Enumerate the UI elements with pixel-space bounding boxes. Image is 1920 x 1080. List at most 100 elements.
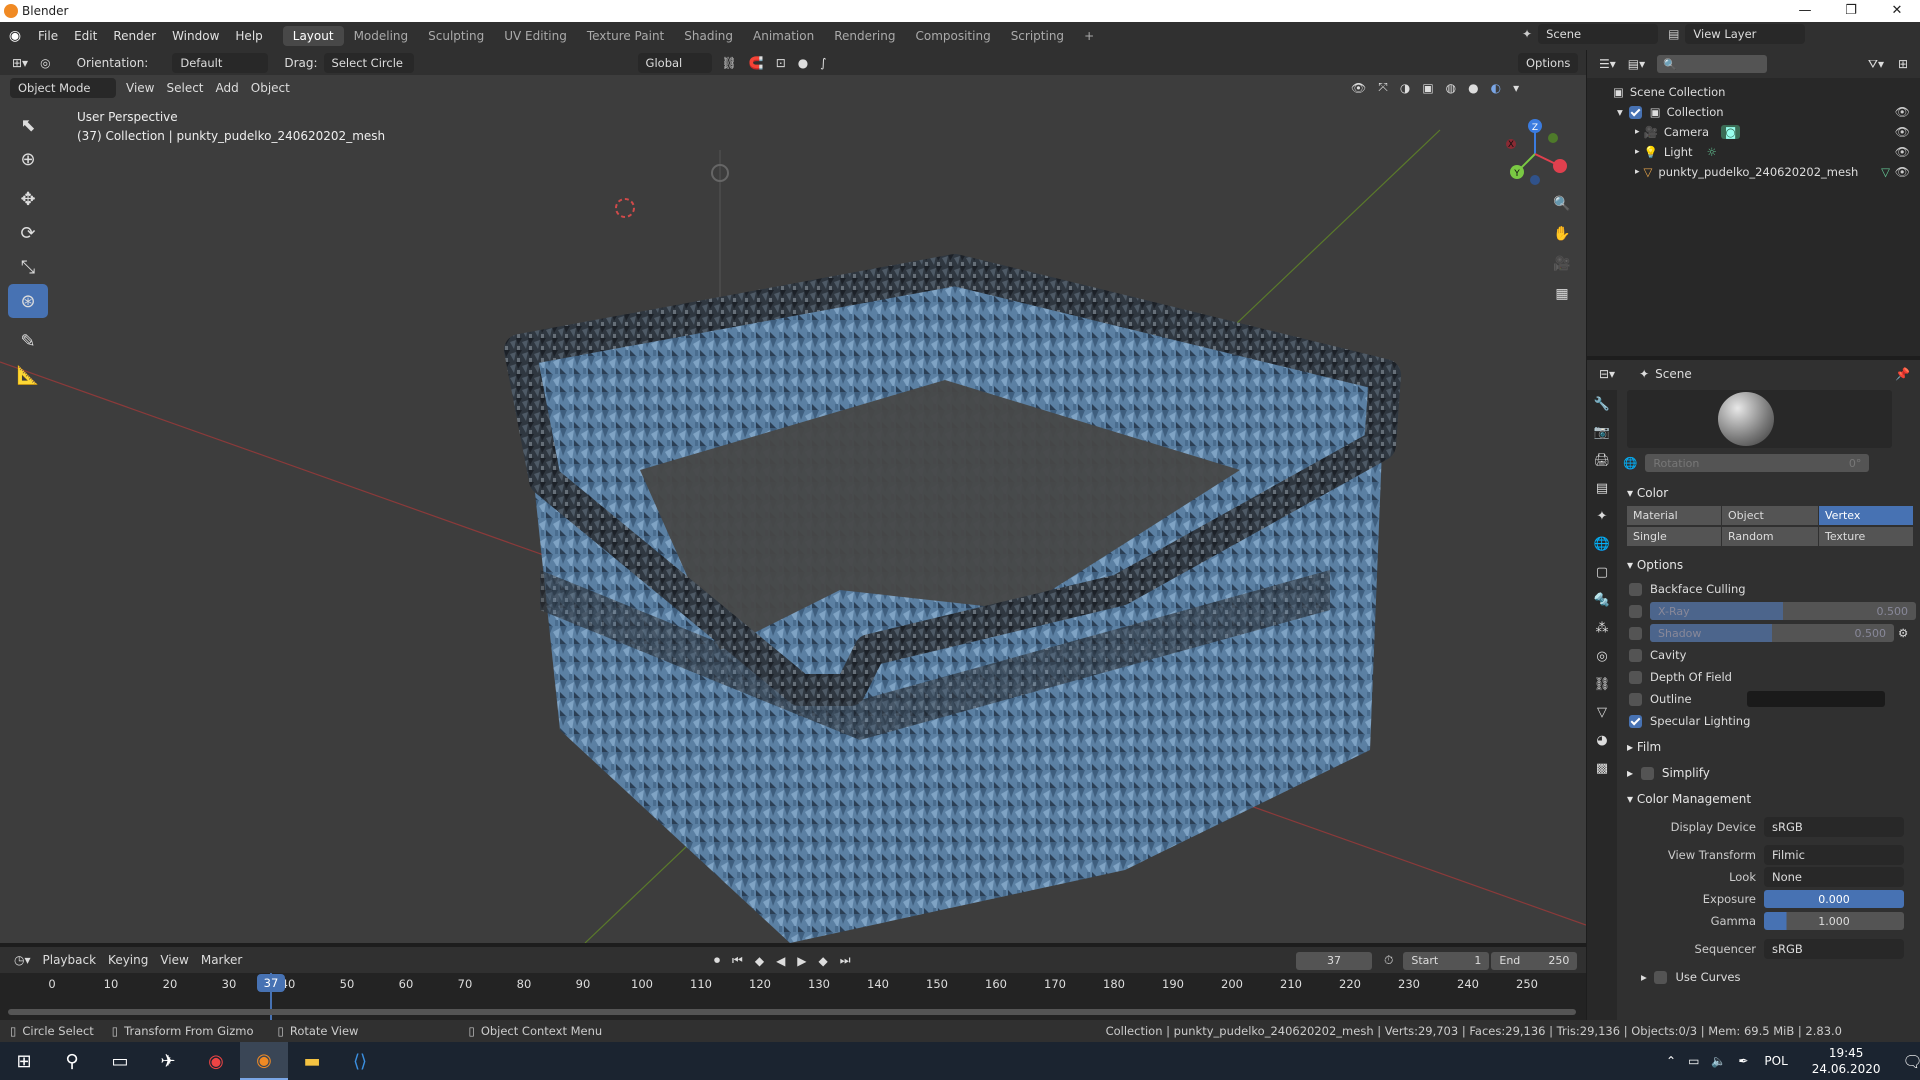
use-curves-checkbox[interactable] xyxy=(1654,970,1668,984)
orientation-dropdown[interactable]: Default xyxy=(172,52,269,73)
drag-dropdown[interactable]: Select Circle xyxy=(323,52,414,73)
ortho-toggle-icon[interactable]: ▦ xyxy=(1548,280,1576,308)
xray-slider[interactable]: X-Ray 0.500 xyxy=(1650,602,1916,620)
scene-collection-row[interactable]: ▣ Scene Collection xyxy=(1587,82,1920,102)
record-icon[interactable]: ⏺ xyxy=(708,950,726,971)
collection-checkbox[interactable] xyxy=(1628,105,1642,119)
xray-toggle-icon[interactable]: ▣ xyxy=(1416,78,1439,98)
expand-arrow-icon[interactable]: ▸ xyxy=(1635,167,1640,177)
jump-start-icon[interactable]: ⏮ xyxy=(726,950,749,971)
scene-name-field[interactable]: Scene xyxy=(1538,24,1659,44)
color-single-button[interactable]: Single xyxy=(1627,527,1721,546)
backface-culling-checkbox[interactable] xyxy=(1629,582,1642,596)
task-view-icon[interactable]: ▭ xyxy=(96,1042,144,1080)
play-reverse-icon[interactable]: ◀ xyxy=(770,951,791,971)
specular-row[interactable]: Specular Lighting xyxy=(1619,710,1920,732)
cursor-tool-icon[interactable]: ⊕ xyxy=(8,142,48,176)
wireframe-shading-icon[interactable]: ◍ xyxy=(1440,78,1462,98)
view-transform-dropdown[interactable]: Filmic xyxy=(1764,845,1904,865)
stopwatch-icon[interactable]: ⏱ xyxy=(1378,950,1399,971)
tray-arrow-icon[interactable]: ⌃ xyxy=(1666,1054,1676,1068)
annotate-tool-icon[interactable]: ✎ xyxy=(8,324,48,358)
new-collection-icon[interactable]: ⊞ xyxy=(1892,54,1914,74)
falloff-icon[interactable]: ∫ xyxy=(814,53,832,73)
snap-target-icon[interactable]: ⊡ xyxy=(770,53,792,73)
rotation-field[interactable]: Rotation 0° xyxy=(1645,454,1870,472)
outline-row[interactable]: Outline xyxy=(1619,688,1920,710)
sequencer-dropdown[interactable]: sRGB xyxy=(1764,939,1904,959)
windows-start-icon[interactable]: ⊞ xyxy=(0,1042,48,1080)
mesh-data-icon[interactable]: ▽ xyxy=(1881,165,1890,179)
scene-tab-icon[interactable]: ✦ xyxy=(1587,502,1617,530)
rotate-tool-icon[interactable]: ⟳ xyxy=(8,216,48,250)
search-icon[interactable]: ⚲ xyxy=(48,1042,96,1080)
view-layer-icon[interactable]: ▤ xyxy=(1668,27,1679,41)
material-shading-icon[interactable]: ◐ xyxy=(1485,78,1507,98)
blender-taskbar-icon[interactable]: ◉ xyxy=(240,1042,288,1080)
color-management-section-header[interactable]: ▾ Color Management xyxy=(1619,786,1920,812)
properties-editor-icon[interactable]: ⊟▾ xyxy=(1593,364,1621,384)
prev-keyframe-icon[interactable]: ◆ xyxy=(749,951,770,971)
output-tab-icon[interactable]: 🖨 xyxy=(1587,446,1617,474)
end-frame-field[interactable]: End 250 xyxy=(1491,951,1578,970)
visibility-icon[interactable]: 👁 xyxy=(1345,78,1372,98)
outliner-editor-icon[interactable]: ☰▾ xyxy=(1593,54,1622,74)
transform-orientation-dropdown[interactable]: Global xyxy=(637,52,712,73)
world-space-icon[interactable]: 🌐 xyxy=(1623,456,1637,470)
collection-visibility-icon[interactable]: 👁 xyxy=(1895,105,1910,119)
pan-hand-icon[interactable]: ✋ xyxy=(1548,220,1576,248)
minimize-button[interactable]: — xyxy=(1782,0,1828,22)
shadow-checkbox[interactable] xyxy=(1629,626,1642,640)
blender-menu-icon[interactable]: ◉ xyxy=(0,28,30,44)
playhead-marker[interactable]: 37 xyxy=(257,974,285,992)
camera-visibility-icon[interactable]: 👁 xyxy=(1895,125,1910,139)
network-icon[interactable]: ▭ xyxy=(1688,1054,1699,1068)
outline-color-swatch[interactable] xyxy=(1747,691,1885,707)
tab-animation[interactable]: Animation xyxy=(743,26,824,46)
color-vertex-button[interactable]: Vertex xyxy=(1819,506,1913,525)
close-button[interactable]: ✕ xyxy=(1874,0,1920,22)
viewport-menu-view[interactable]: View xyxy=(120,78,160,98)
jump-end-icon[interactable]: ⏭ xyxy=(834,950,857,971)
tab-sculpting[interactable]: Sculpting xyxy=(418,26,494,46)
timeline-menu-keying[interactable]: Keying xyxy=(102,950,154,970)
tab-compositing[interactable]: Compositing xyxy=(905,26,1000,46)
gamma-slider[interactable]: 1.000 xyxy=(1764,912,1904,930)
file-explorer-icon[interactable]: ▬ xyxy=(288,1042,336,1080)
display-mode-icon[interactable]: ▤▾ xyxy=(1622,54,1651,74)
expand-arrow-icon[interactable]: ▾ xyxy=(1617,105,1623,119)
mesh-visibility-icon[interactable]: 👁 xyxy=(1895,165,1910,179)
shadow-slider[interactable]: Shadow 0.500 xyxy=(1650,624,1894,642)
notifications-icon[interactable]: 🗨 xyxy=(1903,1052,1920,1071)
menu-render[interactable]: Render xyxy=(105,29,164,43)
xray-checkbox[interactable] xyxy=(1629,604,1642,618)
timeline-menu-view[interactable]: View xyxy=(154,950,194,970)
color-random-button[interactable]: Random xyxy=(1722,527,1818,546)
color-material-button[interactable]: Material xyxy=(1627,506,1721,525)
collection-row[interactable]: ▾ ▣ Collection 👁 xyxy=(1587,102,1920,122)
active-tool-icon[interactable]: ◎ xyxy=(34,53,56,73)
select-tool-icon[interactable]: ⬉ xyxy=(8,108,48,142)
render-tab-icon[interactable]: 📷 xyxy=(1587,418,1617,446)
light-data-icon[interactable]: ☼ xyxy=(1707,145,1717,159)
measure-tool-icon[interactable]: 📐 xyxy=(8,358,48,392)
shading-options-icon[interactable]: ▾ xyxy=(1507,78,1525,98)
dof-checkbox[interactable] xyxy=(1629,670,1642,684)
menu-file[interactable]: File xyxy=(30,29,66,43)
start-frame-field[interactable]: Start 1 xyxy=(1403,951,1490,970)
simplify-section-header[interactable]: ▸ Simplify xyxy=(1619,760,1920,786)
tab-modeling[interactable]: Modeling xyxy=(344,26,419,46)
outliner-search-input[interactable]: 🔍 xyxy=(1657,55,1768,73)
object-tab-icon[interactable]: ▢ xyxy=(1587,558,1617,586)
clock[interactable]: 19:45 24.06.2020 xyxy=(1812,1045,1881,1077)
display-device-dropdown[interactable]: sRGB xyxy=(1764,817,1904,837)
timeline-menu-playback[interactable]: Playback xyxy=(37,950,103,970)
constraints-tab-icon[interactable]: ⛓ xyxy=(1587,670,1617,698)
chrome-icon[interactable]: ◉ xyxy=(192,1042,240,1080)
scene-icon[interactable]: ✦ xyxy=(1522,27,1532,41)
add-workspace-button[interactable]: + xyxy=(1074,26,1104,46)
specular-checkbox[interactable] xyxy=(1629,714,1642,728)
expand-arrow-icon[interactable]: ▸ xyxy=(1635,127,1640,137)
pen-icon[interactable]: ✒ xyxy=(1738,1054,1748,1068)
overlays-icon[interactable]: ◑ xyxy=(1394,78,1416,98)
